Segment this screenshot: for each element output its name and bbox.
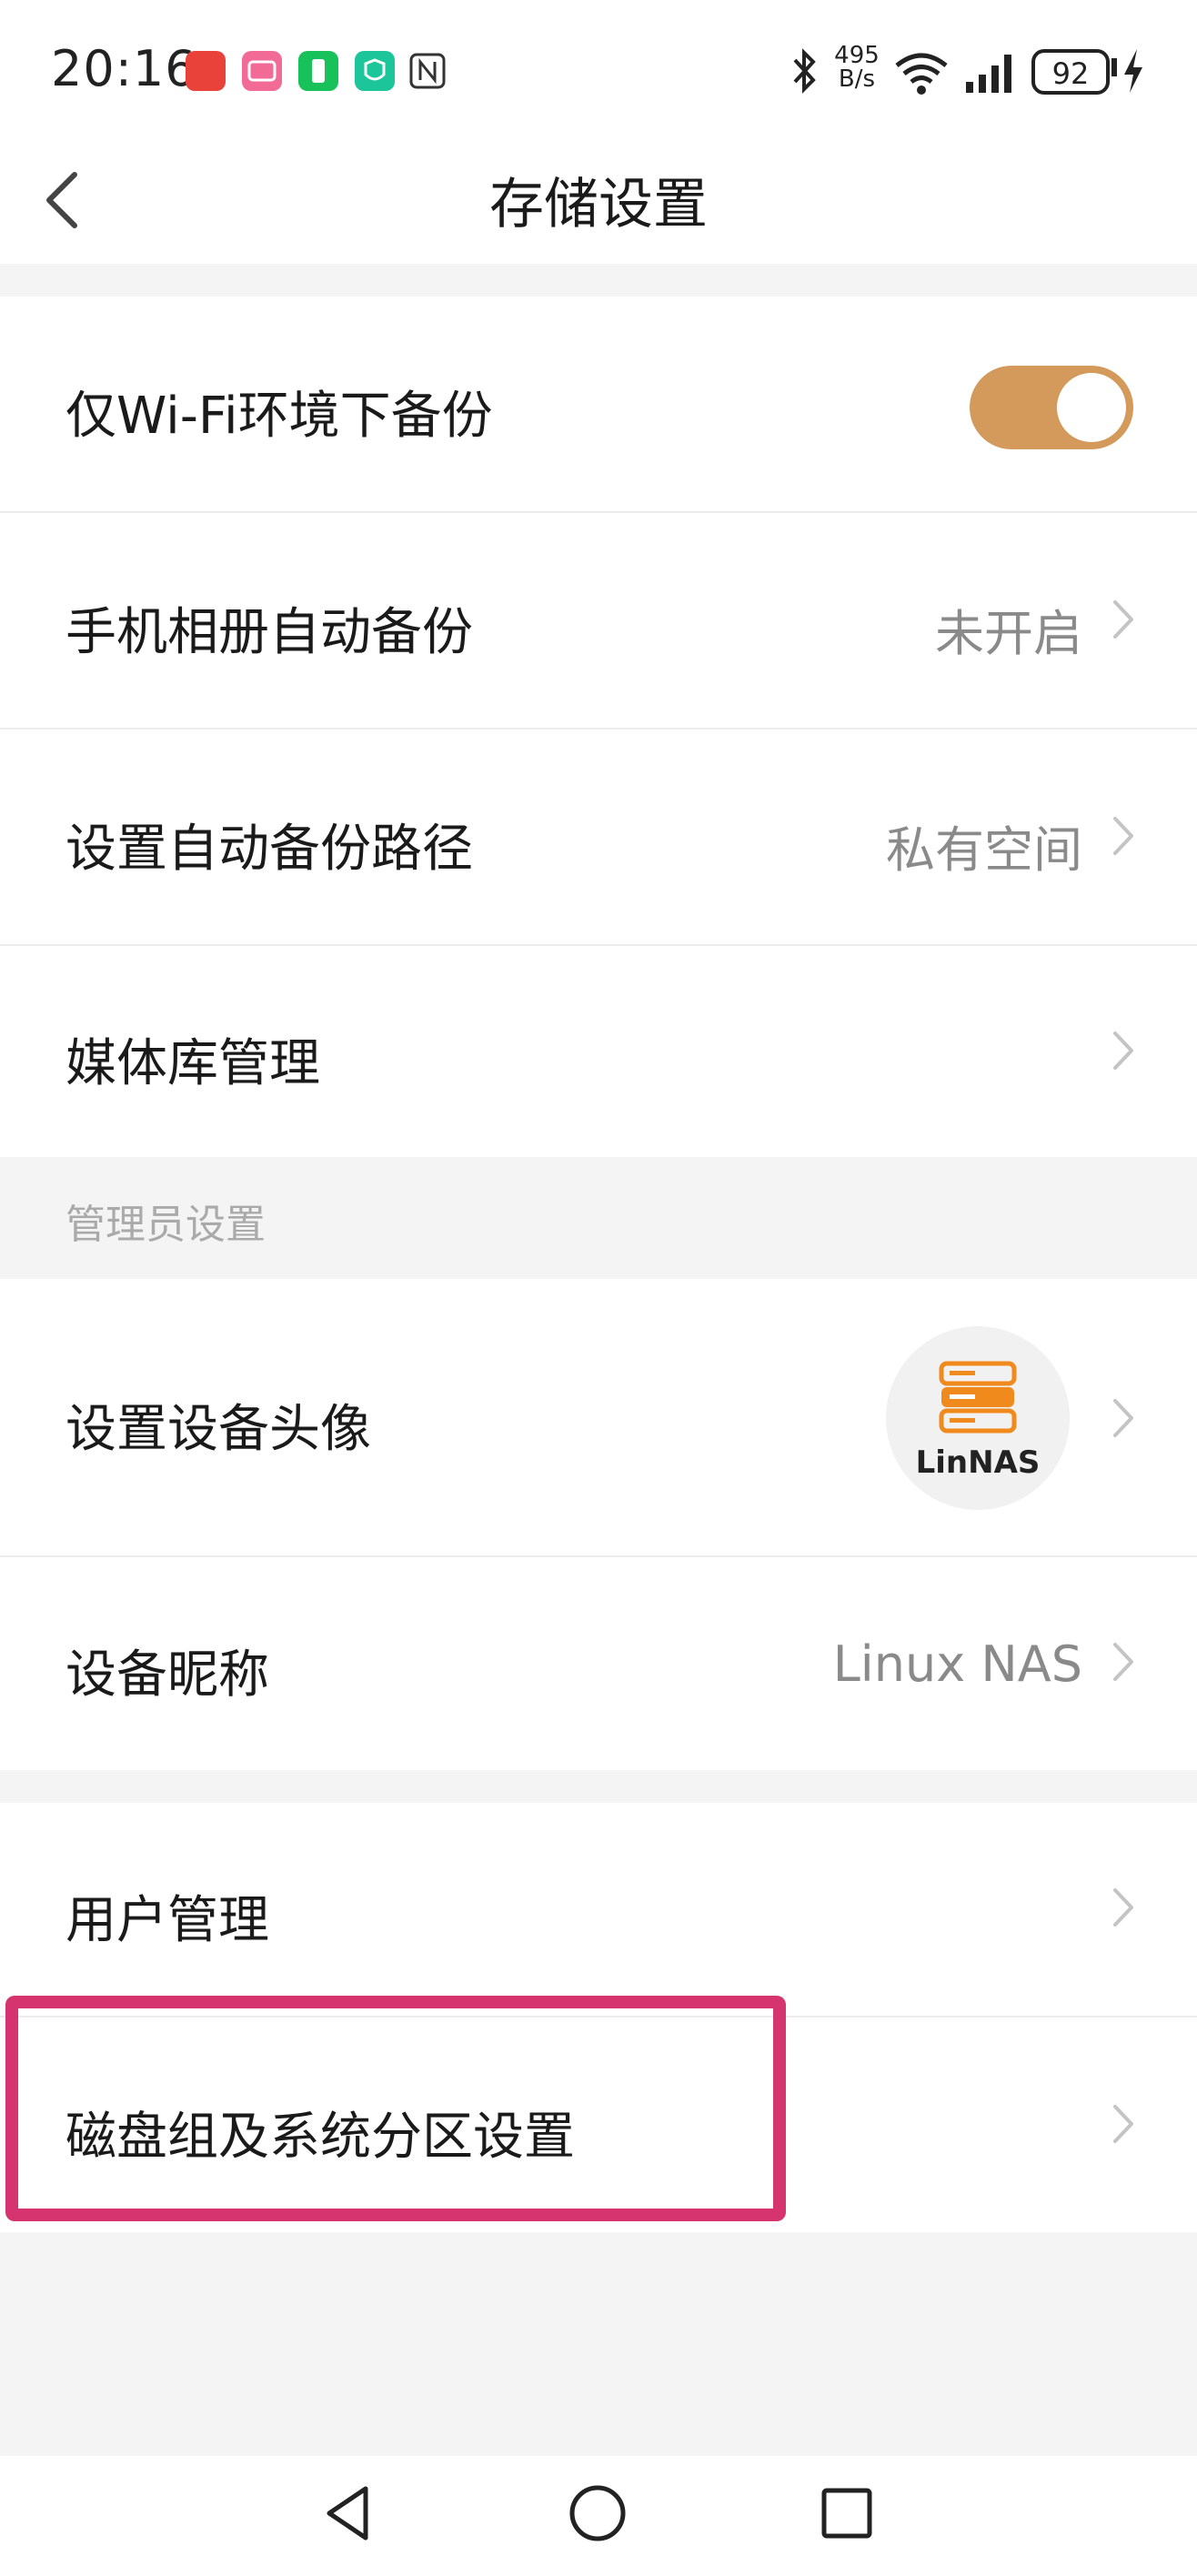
signal-icon [964, 49, 1021, 95]
album-auto-backup-value: 未开启 [935, 605, 1082, 662]
device-nickname-row[interactable]: 设备昵称 Linux NAS [0, 1557, 1197, 1770]
media-library-row[interactable]: 媒体库管理 [0, 946, 1197, 1157]
green-app-icon [298, 51, 338, 91]
charging-icon [1121, 45, 1146, 96]
battery-tip [1112, 58, 1117, 76]
back-triangle-icon[interactable] [320, 2481, 378, 2545]
backup-settings-group: 仅Wi-Fi环境下备份 手机相册自动备份 未开启 设置自动备份路径 私有空间 媒… [0, 297, 1197, 1157]
backup-path-value: 私有空间 [886, 821, 1082, 879]
album-auto-backup-row[interactable]: 手机相册自动备份 未开启 [0, 513, 1197, 728]
wifi-only-backup-toggle[interactable] [970, 366, 1133, 449]
recents-square-icon[interactable] [819, 2485, 875, 2541]
battery-level: 92 [1051, 56, 1090, 91]
device-nickname-label: 设备昵称 [65, 1645, 269, 1705]
avatar-brand-text: LinNAS [915, 1444, 1041, 1481]
album-auto-backup-label: 手机相册自动备份 [65, 603, 473, 662]
net-speed-value: 495 [834, 42, 880, 69]
chevron-right-icon [1113, 600, 1133, 639]
backup-path-row[interactable]: 设置自动备份路径 私有空间 [0, 730, 1197, 944]
wifi-only-backup-label: 仅Wi-Fi环境下备份 [65, 387, 493, 446]
bluetooth-icon [786, 45, 822, 96]
admin-section-title: 管理员设置 [65, 1202, 266, 1248]
server-icon [939, 1361, 1017, 1434]
backup-path-label: 设置自动备份路径 [65, 820, 473, 879]
mi-home-icon [355, 51, 395, 91]
user-management-row[interactable]: 用户管理 [0, 1803, 1197, 2016]
bilibili-icon [242, 51, 282, 91]
media-library-label: 媒体库管理 [65, 1034, 320, 1093]
net-speed-unit: B/s [838, 65, 876, 93]
net-speed: 495 B/s [831, 44, 882, 91]
device-nickname-value: Linux NAS [832, 1635, 1082, 1693]
highlight-box [5, 1996, 786, 2221]
chevron-right-icon [1113, 1031, 1133, 1070]
nfc-icon [407, 51, 448, 91]
page-title: 存储设置 [489, 173, 708, 236]
chevron-right-icon [1113, 1399, 1133, 1437]
chevron-right-icon [1113, 817, 1133, 855]
status-time: 20:16 [51, 40, 197, 97]
toggle-knob [1057, 373, 1126, 442]
chevron-right-icon [1113, 1643, 1133, 1681]
wifi-icon [891, 45, 951, 96]
app-icon-red-cartoon [186, 51, 226, 91]
device-avatar-row[interactable]: 设置设备头像 LinNAS [0, 1279, 1197, 1555]
battery-icon: 92 [1031, 49, 1110, 95]
home-circle-icon[interactable] [568, 2483, 628, 2543]
user-management-label: 用户管理 [65, 1891, 269, 1950]
wifi-only-backup-row[interactable]: 仅Wi-Fi环境下备份 [0, 297, 1197, 511]
admin-settings-group: 设置设备头像 LinNAS 设备昵称 Linux NAS [0, 1279, 1197, 1770]
chevron-right-icon [1113, 1888, 1133, 1927]
device-avatar-label: 设置设备头像 [65, 1400, 371, 1459]
avatar[interactable]: LinNAS [886, 1326, 1070, 1510]
chevron-right-icon [1113, 2105, 1133, 2143]
